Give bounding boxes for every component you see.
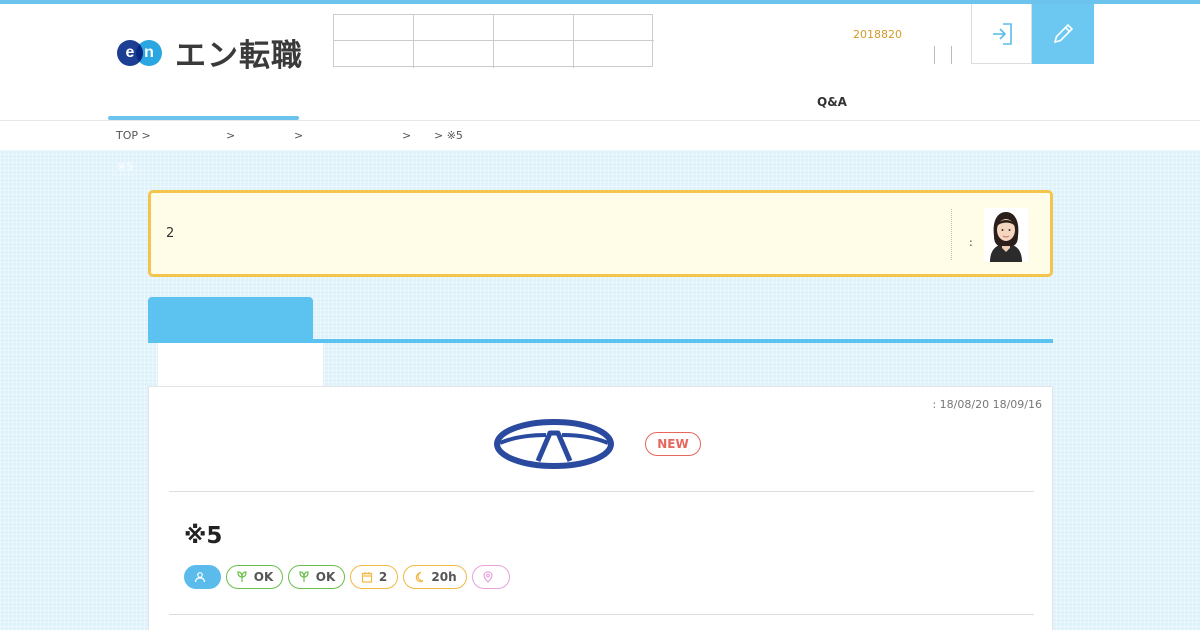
main-nav: Q&A (108, 86, 1092, 120)
nav-item-6[interactable] (977, 86, 1077, 120)
category-link[interactable] (334, 15, 414, 41)
logo-text: エン転職 (175, 38, 303, 74)
calendar-icon (361, 572, 372, 583)
job-title: ※5 (184, 523, 223, 549)
breadcrumb-item[interactable]: > (402, 129, 411, 142)
nav-item-3[interactable] (458, 86, 558, 120)
category-link[interactable] (494, 15, 574, 41)
notice-box: 2 : (148, 190, 1053, 277)
login-button[interactable] (971, 4, 1032, 64)
nav-item-4[interactable] (594, 86, 694, 120)
tag-text: OK (253, 570, 274, 584)
tag-text: 2 (378, 570, 388, 584)
category-link[interactable] (414, 15, 494, 41)
tab-inactive[interactable] (158, 343, 323, 387)
notice-divider (951, 209, 952, 260)
breadcrumb-item[interactable]: > (226, 129, 235, 142)
category-link[interactable] (574, 41, 654, 68)
nav-item-2[interactable] (320, 86, 420, 120)
en-logo-mark: e n (117, 35, 165, 71)
tag-overtime: 20h (403, 565, 467, 589)
breadcrumb: TOP > > > > > ※5 (116, 129, 716, 145)
notice-colon: : (969, 236, 973, 249)
nav-divider (0, 120, 1200, 121)
login-icon (992, 22, 1012, 45)
logo-n-circle: n (136, 39, 162, 66)
nav-item-qa[interactable]: Q&A (782, 86, 882, 120)
site-logo[interactable]: e n エン転職 (117, 30, 303, 75)
tag-text: 20h (431, 570, 457, 584)
person-icon (194, 572, 205, 583)
category-grid (333, 14, 654, 68)
tag-text: OK (315, 570, 336, 584)
tag-beginner-ok: OK (226, 565, 283, 589)
job-card: : 18/08/20 18/09/16 NEW ※5 OK OK 2 20h (148, 386, 1053, 630)
moon-icon (416, 571, 424, 583)
avatar (984, 208, 1028, 262)
category-link[interactable] (494, 41, 574, 68)
company-logo (494, 419, 614, 473)
category-link[interactable] (414, 41, 494, 68)
category-link[interactable] (574, 15, 654, 41)
card-divider (169, 614, 1034, 615)
tag-inexperienced-ok: OK (288, 565, 345, 589)
sprout-icon (299, 571, 309, 582)
breadcrumb-item-top[interactable]: TOP > (116, 129, 151, 142)
new-badge: NEW (645, 432, 701, 456)
breadcrumb-item[interactable]: > (294, 129, 303, 142)
tab-active[interactable] (148, 297, 313, 343)
tag-location (472, 565, 510, 589)
breadcrumb-current: > ※5 (434, 129, 463, 142)
category-link[interactable] (334, 41, 414, 68)
tag-holidays: 2 (350, 565, 398, 589)
header-divider (934, 46, 935, 64)
header-divider (951, 46, 952, 64)
pencil-icon (1053, 23, 1074, 44)
update-date: 2018820 (853, 28, 902, 41)
sprout-icon (237, 571, 247, 582)
register-button[interactable] (1032, 4, 1094, 64)
posting-period: : 18/08/20 18/09/16 (932, 398, 1042, 411)
nav-item-search[interactable] (108, 86, 299, 120)
card-divider (169, 491, 1034, 492)
notice-text: 2 (166, 226, 175, 241)
nav-label: Q&A (817, 95, 847, 109)
pin-icon (483, 571, 493, 583)
tag-person (184, 565, 221, 589)
page-subtitle: ※5 (117, 160, 134, 173)
